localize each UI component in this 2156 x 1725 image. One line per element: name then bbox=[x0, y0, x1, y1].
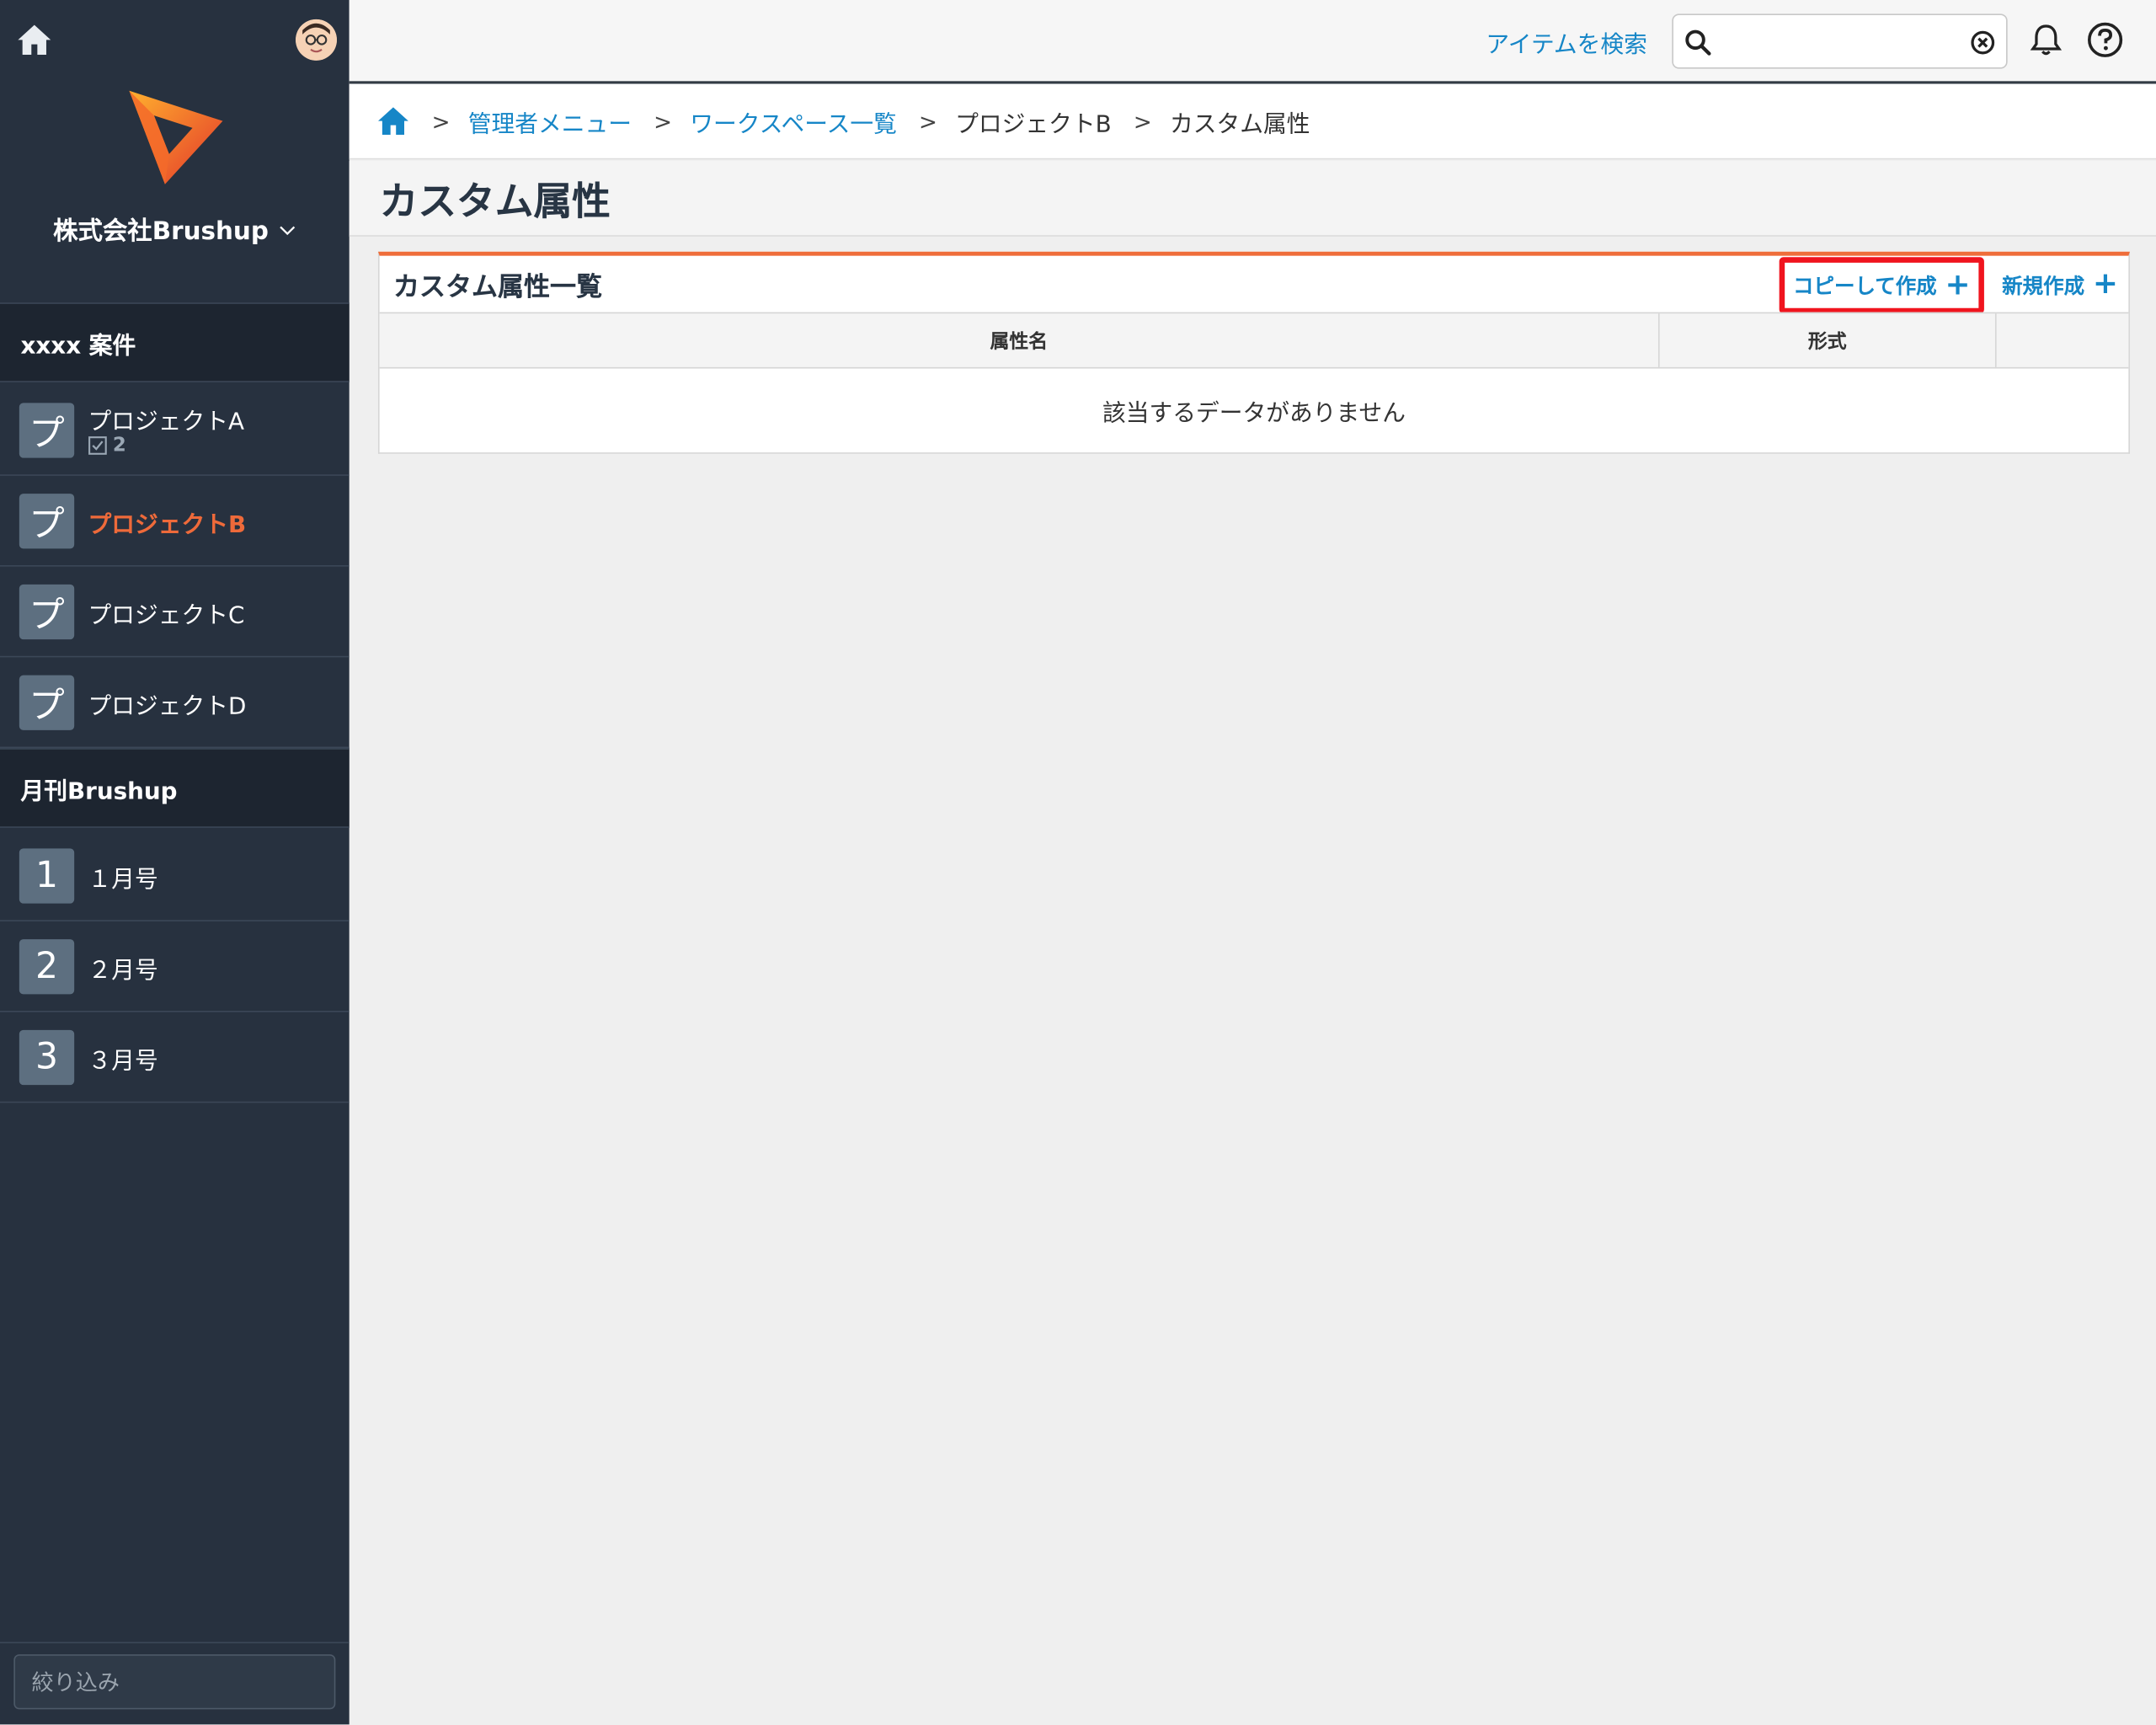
avatar[interactable] bbox=[296, 19, 337, 61]
clear-icon[interactable] bbox=[1971, 30, 1995, 55]
top-bar: アイテムを検索 bbox=[349, 0, 2156, 84]
custom-attribute-panel: カスタム属性一覧 コピーして作成 + 新規作成 + 属性名 形式 該当するデータ… bbox=[377, 251, 2130, 454]
brushup-logo bbox=[129, 90, 223, 184]
search-input[interactable] bbox=[1717, 23, 1971, 62]
sidebar-item-january[interactable]: 1 １月号 bbox=[0, 830, 350, 921]
sidebar-item-march[interactable]: 3 ３月号 bbox=[0, 1012, 350, 1103]
copy-create-label: コピーして作成 bbox=[1792, 273, 1937, 299]
org-name: 株式会社Brushup bbox=[53, 216, 269, 247]
title-bar: カスタム属性 bbox=[349, 161, 2156, 237]
sidebar-item-label: プロジェクトB bbox=[88, 510, 247, 539]
project-badge: プ bbox=[19, 675, 75, 730]
sidebar-item-february[interactable]: 2 ２月号 bbox=[0, 921, 350, 1012]
breadcrumb-workspace-list[interactable]: ワークスペース一覧 bbox=[690, 104, 897, 138]
issue-badge: 1 bbox=[19, 848, 75, 904]
table-header: 属性名 形式 bbox=[379, 312, 2129, 369]
breadcrumb-separator: > bbox=[431, 108, 451, 135]
search-box[interactable] bbox=[1672, 13, 2008, 69]
group-title: xxxx 案件 bbox=[20, 332, 136, 360]
page-title: カスタム属性 bbox=[379, 179, 611, 225]
group-title: 月刊Brushup bbox=[20, 777, 178, 805]
sidebar-item-label: プロジェクトD bbox=[88, 692, 247, 720]
task-count-value: 2 bbox=[112, 434, 126, 457]
sidebar-item-project-c[interactable]: プ プロジェクトC bbox=[0, 567, 350, 658]
sidebar-item-project-b[interactable]: プ プロジェクトB bbox=[0, 476, 350, 567]
home-icon[interactable] bbox=[17, 22, 52, 57]
project-badge: プ bbox=[19, 584, 75, 640]
plus-icon: + bbox=[2092, 266, 2119, 302]
sidebar-divider bbox=[0, 1642, 350, 1644]
issue-badge: 3 bbox=[19, 1029, 75, 1086]
sidebar-item-label: プロジェクトC bbox=[88, 601, 245, 629]
sidebar-filter-input[interactable] bbox=[13, 1654, 336, 1710]
sidebar: 株式会社Brushup xxxx 案件 プ プロジェクトA 2 プ プロジェクト… bbox=[0, 0, 350, 1725]
breadcrumb-separator: > bbox=[1133, 108, 1152, 135]
sidebar-item-project-a[interactable]: プ プロジェクトA 2 bbox=[0, 385, 350, 476]
copy-create-button[interactable]: コピーして作成 + bbox=[1779, 257, 1984, 314]
column-header-format[interactable]: 形式 bbox=[1660, 313, 1997, 367]
breadcrumb-separator: > bbox=[654, 108, 673, 135]
new-create-label: 新規作成 bbox=[2002, 273, 2085, 298]
sidebar-item-label: プロジェクトA bbox=[88, 408, 245, 436]
group-header-xxxx: xxxx 案件 bbox=[0, 302, 350, 382]
breadcrumb: > 管理者メニュー > ワークスペース一覧 > プロジェクトB > カスタム属性 bbox=[349, 83, 2156, 160]
breadcrumb-admin-menu[interactable]: 管理者メニュー bbox=[468, 104, 632, 138]
help-icon[interactable] bbox=[2086, 20, 2125, 59]
checkbox-icon bbox=[88, 436, 107, 455]
column-header-actions bbox=[1997, 313, 2129, 367]
issue-badge: 2 bbox=[19, 939, 75, 995]
project-badge: プ bbox=[19, 494, 75, 549]
item-search-link[interactable]: アイテムを検索 bbox=[1486, 24, 1647, 60]
plus-icon: + bbox=[1945, 267, 1971, 302]
sidebar-item-label: ３月号 bbox=[88, 1047, 158, 1075]
chevron-down-icon bbox=[280, 226, 296, 236]
task-count: 2 bbox=[88, 434, 126, 457]
column-header-name[interactable]: 属性名 bbox=[380, 313, 1660, 367]
search-icon bbox=[1685, 29, 1711, 56]
sidebar-item-label: １月号 bbox=[88, 865, 158, 894]
bell-icon[interactable] bbox=[2028, 22, 2063, 57]
empty-message: 該当するデータがありません bbox=[1102, 399, 1406, 427]
home-icon[interactable] bbox=[376, 104, 409, 137]
sidebar-item-label: ２月号 bbox=[88, 956, 158, 985]
org-switcher[interactable]: 株式会社Brushup bbox=[0, 206, 350, 254]
breadcrumb-project: プロジェクトB bbox=[955, 110, 1112, 139]
sidebar-item-project-d[interactable]: プ プロジェクトD bbox=[0, 657, 350, 749]
project-badge: プ bbox=[19, 403, 75, 458]
panel-title: カスタム属性一覧 bbox=[392, 272, 603, 303]
new-create-button[interactable]: 新規作成 + bbox=[2002, 266, 2119, 302]
group-header-monthly: 月刊Brushup bbox=[0, 748, 350, 828]
breadcrumb-separator: > bbox=[919, 108, 937, 135]
breadcrumb-current: カスタム属性 bbox=[1169, 110, 1310, 139]
